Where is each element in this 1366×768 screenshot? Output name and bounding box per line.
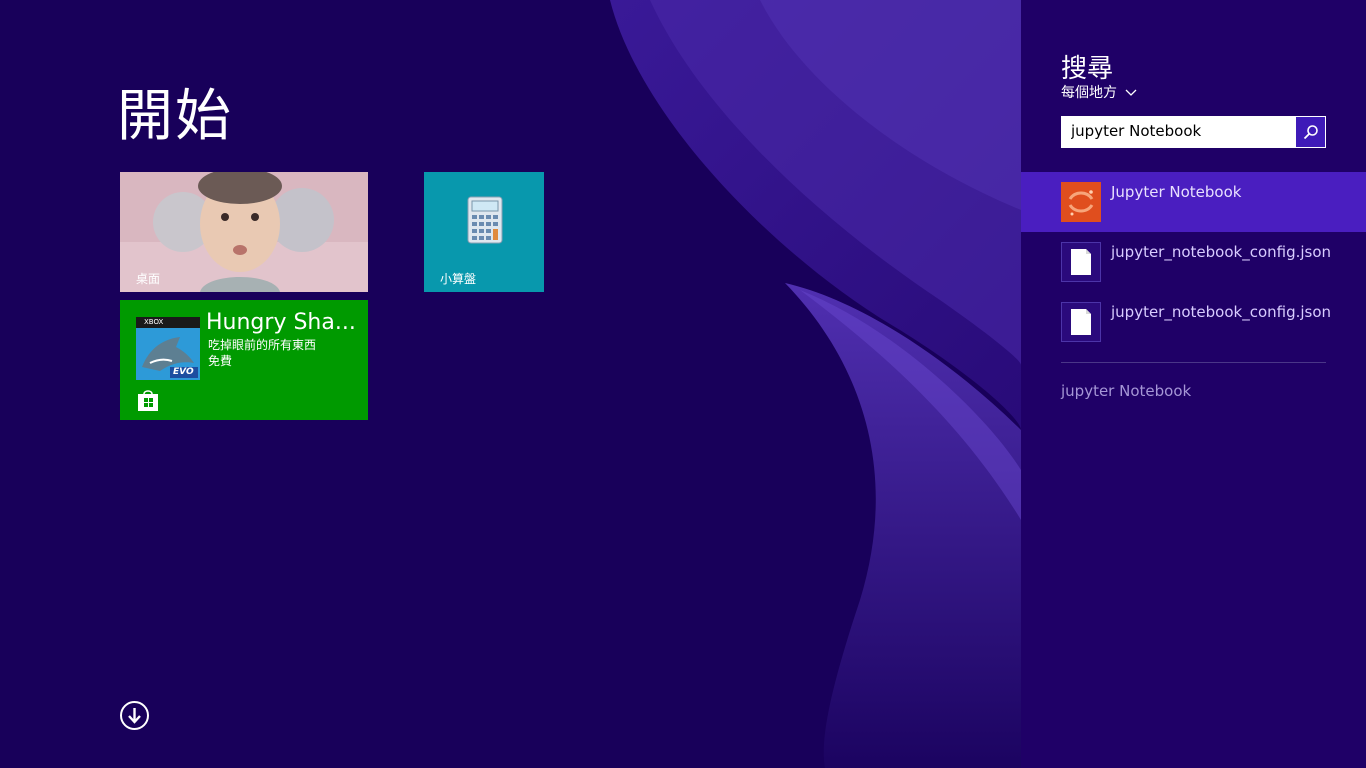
jupyter-app-icon [1061, 182, 1101, 222]
result-config-file[interactable]: jupyter_notebook_config.json [1021, 292, 1366, 352]
search-icon [1303, 125, 1318, 140]
search-heading: 搜尋 [1061, 53, 1114, 84]
search-box [1061, 116, 1326, 148]
evo-label: EVO [173, 367, 194, 377]
hungry-shark-art: XBOX EVO [136, 317, 200, 380]
xbox-badge: XBOX [144, 318, 164, 326]
desktop-tile-label: 桌面 [136, 272, 161, 286]
calculator-icon [467, 196, 503, 244]
desktop-tile[interactable]: 桌面 [120, 172, 368, 292]
hungry-shark-tile[interactable]: XBOX EVO Hungry Sha... 吃掉眼前的所有東西 免費 [120, 300, 368, 420]
calculator-tile[interactable]: 小算盤 [424, 172, 544, 292]
result-config-file[interactable]: jupyter_notebook_config.json [1021, 232, 1366, 292]
file-icon [1061, 242, 1101, 282]
start-screen: 開始 桌面 小算盤 XBOX EVO Hungry Sha... 吃掉眼前的所有… [0, 0, 1021, 768]
search-results-list: Jupyter Notebook jupyter_notebook_config… [1021, 172, 1366, 352]
divider [1061, 362, 1326, 363]
all-apps-button[interactable] [119, 700, 150, 731]
result-jupyter-notebook[interactable]: Jupyter Notebook [1021, 172, 1366, 232]
result-label: jupyter_notebook_config.json [1111, 303, 1332, 321]
hungry-shark-price: 免費 [208, 354, 233, 368]
search-scope-dropdown[interactable]: 每個地方 [1061, 82, 1137, 102]
hungry-shark-title: Hungry Sha... [206, 310, 356, 335]
file-icon [1061, 302, 1101, 342]
hungry-shark-description: 吃掉眼前的所有東西 [208, 338, 317, 352]
search-input[interactable] [1061, 116, 1301, 146]
web-search-suggestion[interactable]: jupyter Notebook [1061, 382, 1191, 400]
chevron-down-icon [1125, 89, 1137, 96]
result-label: Jupyter Notebook [1111, 183, 1242, 201]
search-pane: 搜尋 每個地方 Jupyter Notebook [1021, 0, 1366, 768]
page-title: 開始 [117, 83, 233, 149]
search-scope-label: 每個地方 [1061, 85, 1117, 101]
result-label: jupyter_notebook_config.json [1111, 243, 1332, 261]
calculator-tile-label: 小算盤 [440, 272, 477, 286]
down-arrow-circle-icon [120, 701, 149, 730]
store-bag-icon [138, 390, 158, 411]
search-button[interactable] [1296, 117, 1325, 147]
